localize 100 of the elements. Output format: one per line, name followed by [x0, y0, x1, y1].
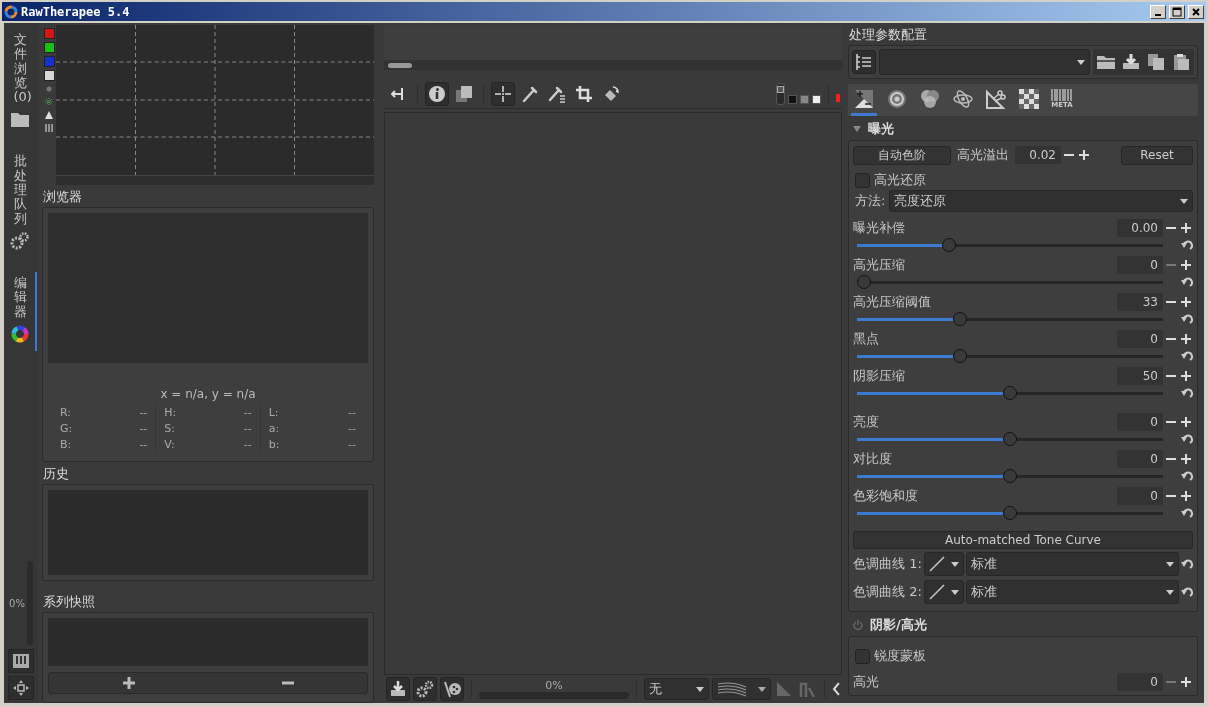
eyedropper-icon — [521, 85, 539, 103]
slider-thumb[interactable] — [953, 349, 968, 363]
value-field[interactable]: 0 — [1117, 255, 1163, 274]
slider-thumb[interactable] — [953, 312, 968, 326]
checkbox-label: 锐度蒙板 — [874, 647, 926, 665]
exposure-icon — [853, 87, 875, 110]
slider-label: 对比度 — [853, 449, 892, 468]
value-field[interactable]: 0 — [1117, 672, 1163, 691]
method-combo[interactable]: 亮度还原 — [889, 190, 1193, 212]
reset-icon[interactable] — [1181, 276, 1193, 288]
auto-levels-button[interactable]: 自动色阶 — [853, 145, 951, 165]
side-tab[interactable]: 编辑器 — [5, 271, 37, 351]
copy-icon — [1147, 53, 1165, 71]
profile-mode-button[interactable] — [852, 50, 876, 74]
reset-icon[interactable] — [1181, 470, 1193, 482]
curve-label: 色调曲线 1: — [853, 555, 922, 573]
slider-label: 高光压缩阈值 — [853, 292, 931, 311]
slider-thumb[interactable] — [1003, 432, 1017, 446]
curve-type-combo[interactable] — [923, 580, 964, 604]
side-tab[interactable]: 文件浏览 (0) — [5, 29, 37, 137]
toggle-switch[interactable] — [776, 83, 785, 105]
info-button[interactable] — [425, 82, 449, 106]
hand-tool-button[interactable] — [491, 82, 515, 106]
channel-value: -- — [243, 405, 252, 422]
checkbox[interactable] — [855, 172, 870, 188]
value-field[interactable]: 0 — [1117, 412, 1163, 431]
maximize-icon — [1172, 6, 1182, 17]
scrollbar-thumb[interactable] — [388, 62, 412, 68]
value-field[interactable]: 33 — [1117, 292, 1163, 311]
chevron-left-icon[interactable] — [832, 682, 840, 696]
section-title: 曝光 — [868, 120, 894, 138]
reset-icon[interactable] — [1181, 507, 1193, 519]
maximize-button[interactable] — [1169, 4, 1185, 19]
curve-type-combo[interactable] — [923, 552, 964, 576]
value-field[interactable]: 0 — [1117, 486, 1163, 505]
reset-icon[interactable] — [1181, 586, 1193, 598]
waves-icon — [717, 681, 747, 697]
plus-icon — [1078, 150, 1089, 160]
channel-value: -- — [139, 437, 148, 454]
reset-icon[interactable] — [1181, 239, 1193, 251]
toolbar-toggle-button[interactable] — [8, 649, 34, 673]
channel-label: S: — [164, 421, 176, 438]
clipping-indicator-icon[interactable] — [836, 94, 840, 102]
channel-toggle[interactable] — [43, 70, 55, 81]
channel-toggle[interactable] — [43, 28, 55, 39]
minimize-button[interactable] — [1150, 4, 1166, 19]
background-swatch[interactable] — [788, 94, 797, 104]
slider-thumb[interactable] — [1003, 506, 1017, 520]
value-field[interactable]: 0.00 — [1117, 218, 1163, 237]
slider-thumb[interactable] — [941, 238, 956, 252]
info-icon — [428, 85, 446, 103]
expanded-arrow-icon[interactable] — [852, 124, 862, 134]
reset-icon[interactable] — [1181, 350, 1193, 362]
reset-icon[interactable] — [1181, 558, 1193, 570]
window-title: RawTherapee 5.4 — [21, 4, 130, 19]
value-field[interactable]: 50 — [1117, 366, 1163, 385]
slider-thumb[interactable] — [1003, 386, 1017, 400]
reset-icon[interactable] — [1181, 387, 1193, 399]
preview-combo[interactable]: 无 — [643, 678, 709, 700]
curve-combo[interactable]: 标准 — [965, 552, 1179, 576]
tone-curve-button[interactable]: Auto-matched Tone Curve — [853, 531, 1193, 549]
reset-icon[interactable] — [1181, 433, 1193, 445]
collapse-left-icon — [390, 86, 406, 102]
reset-button[interactable]: Reset — [1121, 145, 1193, 165]
curve-label: 色调曲线 2: — [853, 583, 922, 601]
navigation-button[interactable] — [8, 676, 34, 700]
save-button[interactable] — [386, 677, 410, 701]
value-field[interactable]: 0 — [1117, 449, 1163, 468]
crosshair-icon — [494, 85, 512, 103]
reset-icon[interactable] — [1181, 313, 1193, 325]
triangle-icon[interactable] — [44, 110, 54, 120]
section-title: 历史 — [43, 465, 70, 484]
close-button[interactable] — [1188, 4, 1204, 19]
dot-icon[interactable] — [44, 84, 54, 94]
channel-label: V: — [164, 437, 175, 454]
queue-button[interactable] — [413, 677, 437, 701]
slider-label: 色彩饱和度 — [853, 486, 918, 505]
mode-combo[interactable] — [712, 678, 772, 700]
channel-toggle[interactable] — [43, 56, 55, 67]
eyedropper-list-icon — [548, 85, 566, 103]
curve-combo[interactable]: 标准 — [965, 580, 1179, 604]
channel-toggle[interactable] — [43, 42, 55, 53]
channel-label: R: — [60, 405, 71, 422]
background-swatch[interactable] — [800, 94, 809, 104]
channel-value: -- — [139, 421, 148, 438]
value-field[interactable]: 0.02 — [1015, 146, 1061, 164]
side-tab[interactable]: 批处理队列 — [5, 150, 37, 258]
bars-icon[interactable] — [44, 123, 54, 133]
palette-icon — [443, 680, 461, 698]
background-swatch[interactable] — [812, 94, 821, 104]
checkbox[interactable] — [855, 648, 870, 664]
editor-button[interactable] — [440, 677, 464, 701]
value-field[interactable]: 0 — [1117, 329, 1163, 348]
slider-thumb[interactable] — [1003, 469, 1017, 483]
diagonal-line-icon — [928, 584, 945, 600]
slider-thumb[interactable] — [857, 275, 871, 289]
channel-label: L: — [268, 405, 279, 422]
two-squares-icon — [455, 85, 473, 103]
section-title: 阴影/高光 — [870, 616, 927, 634]
spiral-icon — [886, 87, 908, 110]
